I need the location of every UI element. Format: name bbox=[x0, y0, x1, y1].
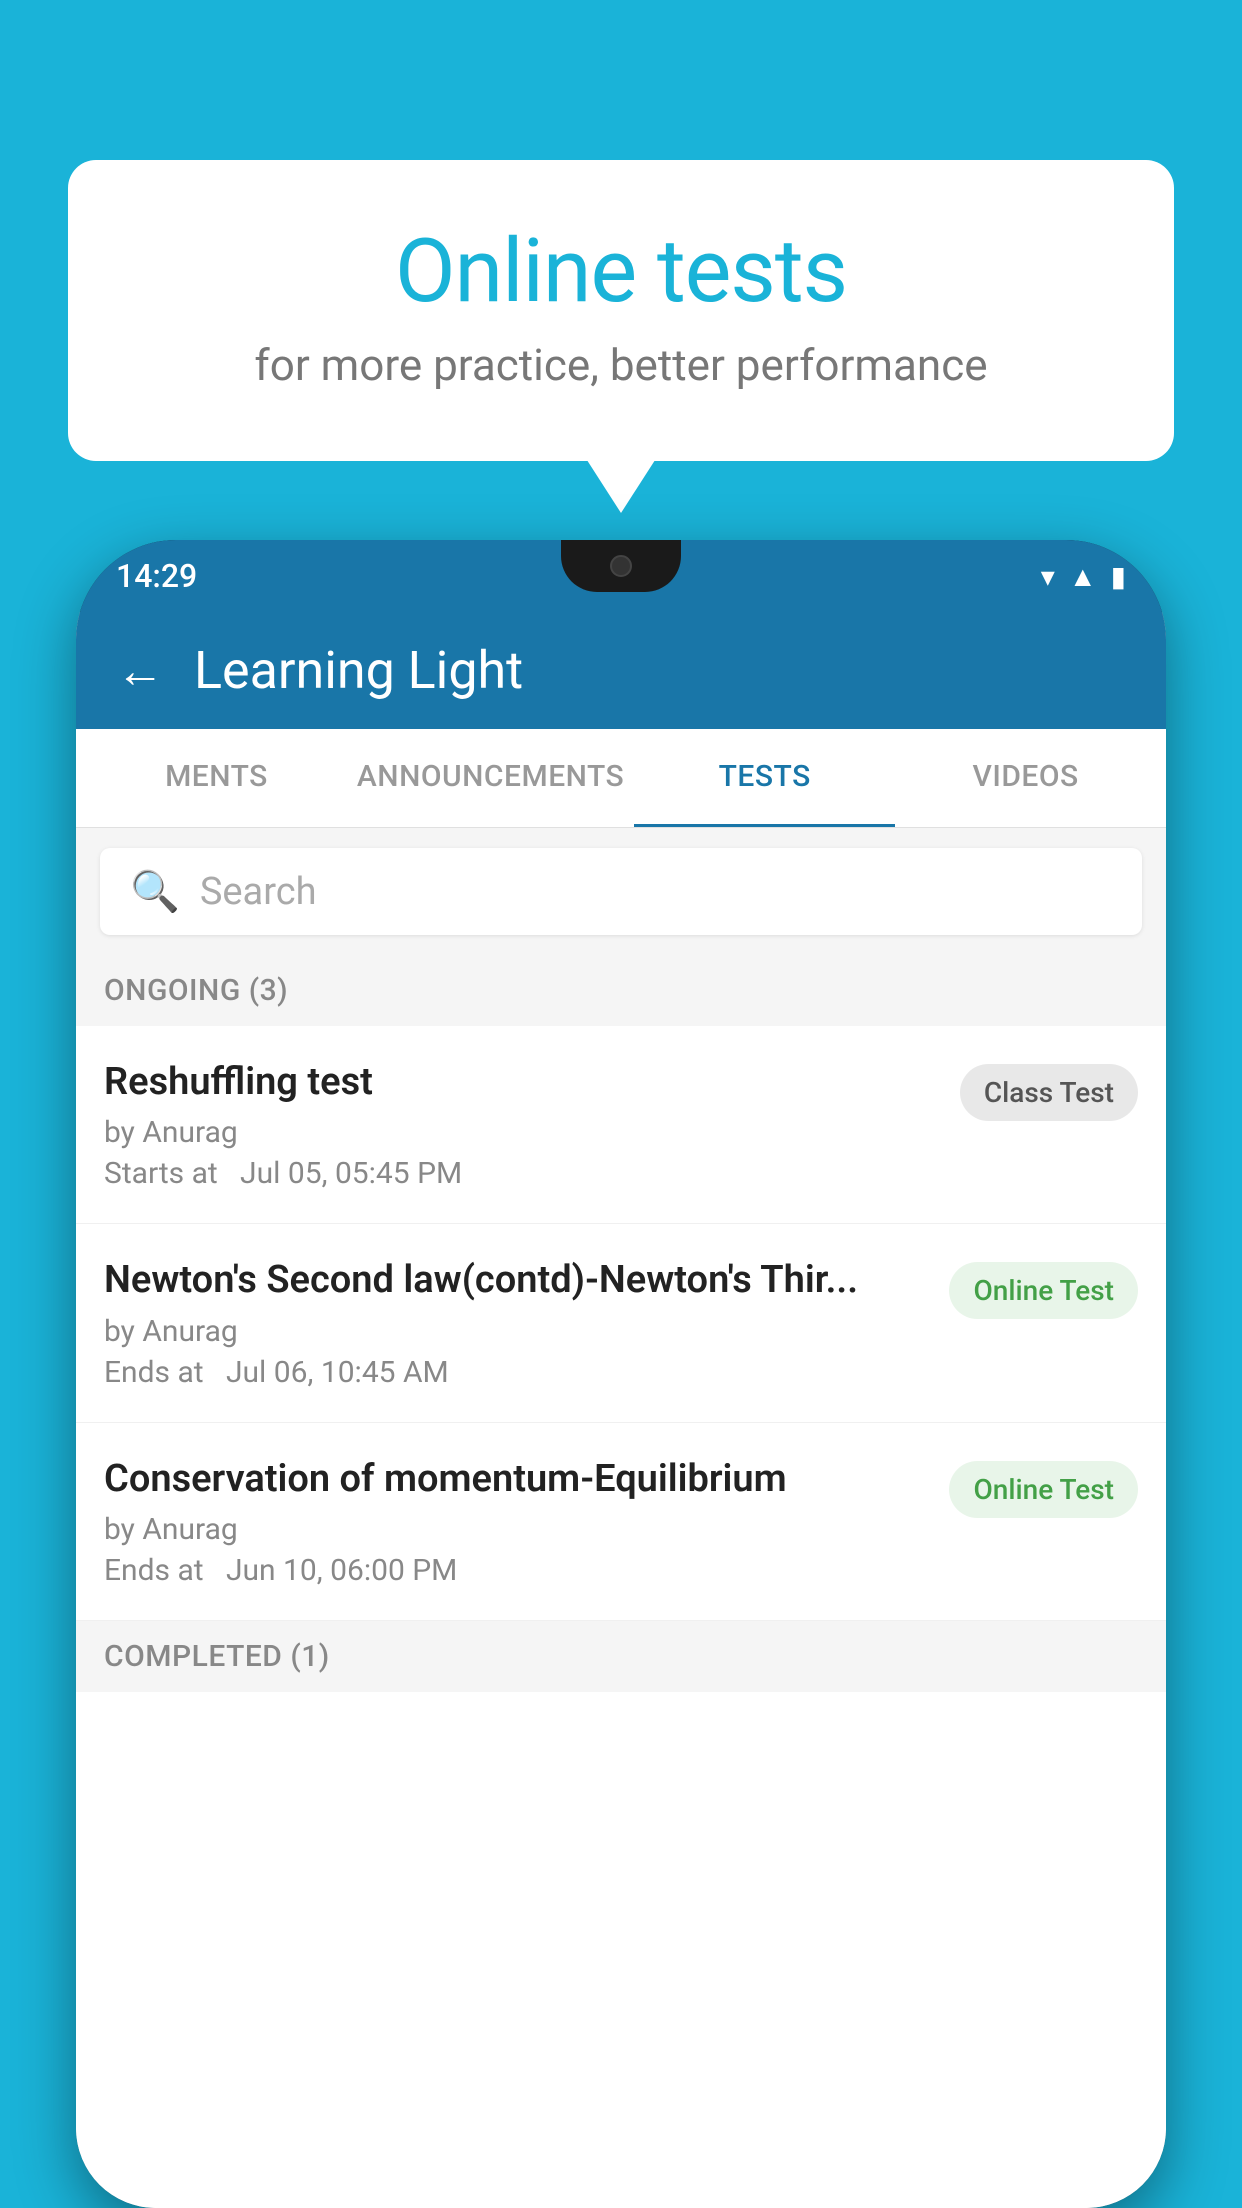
speech-bubble-title: Online tests bbox=[148, 220, 1094, 323]
test-name-3: Conservation of momentum-Equilibrium bbox=[104, 1455, 929, 1504]
completed-section-header: COMPLETED (1) bbox=[76, 1621, 1166, 1692]
test-item-2[interactable]: Newton's Second law(contd)-Newton's Thir… bbox=[76, 1224, 1166, 1422]
test-name-2: Newton's Second law(contd)-Newton's Thir… bbox=[104, 1256, 929, 1305]
test-time-value-2: Jul 06, 10:45 AM bbox=[226, 1355, 449, 1390]
phone-frame: 14:29 ▾ ▲ ▮ ← Learning Light MENTS ANNOU… bbox=[76, 540, 1166, 2208]
ongoing-section-header: ONGOING (3) bbox=[76, 955, 1166, 1026]
search-input[interactable]: Search bbox=[200, 870, 317, 914]
test-time-1: Starts at Jul 05, 05:45 PM bbox=[104, 1156, 940, 1191]
tab-tests[interactable]: TESTS bbox=[634, 729, 895, 827]
test-info-1: Reshuffling test by Anurag Starts at Jul… bbox=[104, 1058, 940, 1191]
test-time-3: Ends at Jun 10, 06:00 PM bbox=[104, 1553, 929, 1588]
test-badge-2: Online Test bbox=[949, 1262, 1138, 1319]
test-author-2: by Anurag bbox=[104, 1314, 929, 1349]
app-title: Learning Light bbox=[194, 640, 523, 701]
status-icons: ▾ ▲ ▮ bbox=[1041, 560, 1126, 593]
app-header: ← Learning Light bbox=[76, 612, 1166, 729]
search-icon: 🔍 bbox=[130, 868, 180, 915]
test-author-1: by Anurag bbox=[104, 1115, 940, 1150]
test-time-2: Ends at Jul 06, 10:45 AM bbox=[104, 1355, 929, 1390]
tab-bar: MENTS ANNOUNCEMENTS TESTS VIDEOS bbox=[76, 729, 1166, 828]
camera-dot bbox=[610, 555, 632, 577]
search-container: 🔍 Search bbox=[76, 828, 1166, 955]
test-time-label-3: Ends at bbox=[104, 1553, 204, 1588]
test-time-label-1: Starts at bbox=[104, 1156, 218, 1191]
speech-bubble-subtitle: for more practice, better performance bbox=[148, 339, 1094, 391]
test-list: Reshuffling test by Anurag Starts at Jul… bbox=[76, 1026, 1166, 2208]
phone-notch bbox=[561, 540, 681, 592]
test-time-value-3: Jun 10, 06:00 PM bbox=[226, 1553, 457, 1588]
tab-announcements[interactable]: ANNOUNCEMENTS bbox=[347, 729, 634, 827]
back-button[interactable]: ← bbox=[116, 642, 164, 699]
test-author-3: by Anurag bbox=[104, 1512, 929, 1547]
wifi-icon: ▾ bbox=[1041, 560, 1055, 593]
test-info-2: Newton's Second law(contd)-Newton's Thir… bbox=[104, 1256, 929, 1389]
status-bar: 14:29 ▾ ▲ ▮ bbox=[76, 540, 1166, 612]
test-badge-3: Online Test bbox=[949, 1461, 1138, 1518]
test-item-3[interactable]: Conservation of momentum-Equilibrium by … bbox=[76, 1423, 1166, 1621]
search-bar[interactable]: 🔍 Search bbox=[100, 848, 1142, 935]
phone-content: ← Learning Light MENTS ANNOUNCEMENTS TES… bbox=[76, 612, 1166, 2208]
signal-icon: ▲ bbox=[1069, 560, 1097, 593]
battery-icon: ▮ bbox=[1111, 560, 1126, 593]
test-badge-1: Class Test bbox=[960, 1064, 1138, 1121]
test-name-1: Reshuffling test bbox=[104, 1058, 940, 1107]
test-time-label-2: Ends at bbox=[104, 1355, 204, 1390]
test-info-3: Conservation of momentum-Equilibrium by … bbox=[104, 1455, 929, 1588]
speech-bubble: Online tests for more practice, better p… bbox=[68, 160, 1174, 461]
test-time-value-1: Jul 05, 05:45 PM bbox=[240, 1156, 462, 1191]
test-item-1[interactable]: Reshuffling test by Anurag Starts at Jul… bbox=[76, 1026, 1166, 1224]
status-time: 14:29 bbox=[116, 557, 197, 595]
tab-videos[interactable]: VIDEOS bbox=[895, 729, 1156, 827]
tab-ments[interactable]: MENTS bbox=[86, 729, 347, 827]
